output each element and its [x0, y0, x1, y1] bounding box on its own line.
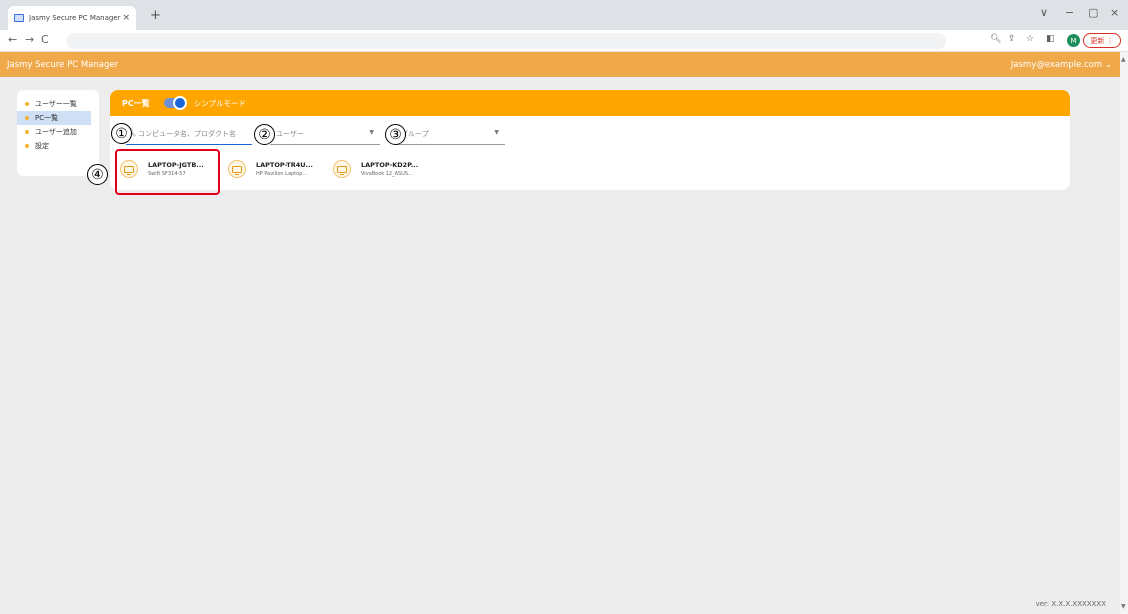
pc-list-panel: PC一覧 シンプルモード 🔍︎ コンピュータ名、プロダクト名 ユーザー ▼ グル…	[110, 90, 1070, 190]
highlight-box	[115, 149, 220, 195]
bullet-icon	[25, 130, 29, 134]
side-panel-icon[interactable]: ◧	[1046, 34, 1055, 44]
app-viewport: Jasmy Secure PC Manager Jasmy@example.co…	[0, 52, 1120, 614]
browser-update-button[interactable]: 更新 ⋮	[1083, 33, 1121, 48]
version-label: ver: X.X.X.XXXXXXX	[1035, 600, 1106, 608]
bookmark-star-icon[interactable]: ☆	[1026, 34, 1034, 44]
sidebar-item-label: 設定	[35, 142, 49, 150]
sidebar: ユーザー一覧 PC一覧 ユーザー追加 設定	[17, 90, 99, 176]
callout-1: ①	[111, 123, 132, 144]
profile-avatar[interactable]: M	[1067, 34, 1080, 47]
callout-3: ③	[385, 124, 406, 145]
back-icon[interactable]: ←	[8, 33, 17, 46]
pc-model: VivoBook 12_ASUS...	[361, 171, 413, 177]
tab-search-icon[interactable]: ∨	[1040, 6, 1048, 19]
group-select[interactable]: グループ ▼	[395, 123, 505, 145]
bullet-icon	[25, 102, 29, 106]
monitor-icon	[228, 160, 246, 178]
sidebar-item-add-user[interactable]: ユーザー追加	[17, 125, 91, 139]
toggle-knob	[172, 96, 187, 110]
zoom-icon[interactable]: 🔍︎	[990, 34, 1001, 44]
sidebar-item-pc-list[interactable]: PC一覧	[17, 111, 91, 125]
bullet-icon	[25, 144, 29, 148]
pc-card[interactable]: LAPTOP-KD2P... VivoBook 12_ASUS...	[333, 154, 433, 184]
new-tab-button[interactable]: +	[150, 8, 161, 23]
reload-icon[interactable]: C	[41, 33, 49, 46]
tab-title: Jasmy Secure PC Manager	[29, 14, 121, 22]
panel-header: PC一覧 シンプルモード	[110, 90, 1070, 116]
simple-mode-toggle[interactable]	[163, 96, 187, 110]
pc-card[interactable]: LAPTOP-TR4U... HP Pavilion Laptop...	[228, 154, 328, 184]
app-header: Jasmy Secure PC Manager Jasmy@example.co…	[0, 52, 1120, 77]
url-input[interactable]	[66, 33, 946, 49]
share-icon[interactable]: ⇪	[1008, 34, 1016, 44]
user-select-placeholder: ユーザー	[276, 130, 304, 138]
pc-name: LAPTOP-KD2P...	[361, 161, 419, 169]
sidebar-item-label: ユーザー追加	[35, 128, 77, 136]
tab-close-icon[interactable]: ×	[122, 13, 130, 23]
pc-name: LAPTOP-TR4U...	[256, 161, 313, 169]
minimize-button[interactable]: −	[1065, 6, 1074, 19]
scroll-up-icon[interactable]: ▲	[1121, 56, 1126, 63]
sidebar-item-label: PC一覧	[35, 114, 59, 122]
restore-button[interactable]: ▢	[1088, 6, 1098, 19]
address-bar: ← → C 🔍︎ ⇪ ☆ ◧	[0, 30, 1128, 52]
chevron-down-icon: ▼	[494, 129, 499, 136]
scroll-down-icon[interactable]: ▼	[1121, 603, 1126, 610]
sidebar-item-settings[interactable]: 設定	[17, 139, 91, 153]
browser-tab[interactable]: Jasmy Secure PC Manager ×	[8, 6, 136, 30]
page-scrollbar[interactable]: ▲ ▼	[1120, 52, 1128, 614]
close-window-button[interactable]: ×	[1110, 6, 1119, 19]
callout-2: ②	[254, 124, 275, 145]
sidebar-item-user-list[interactable]: ユーザー一覧	[17, 97, 91, 111]
pc-model: HP Pavilion Laptop...	[256, 171, 308, 177]
bullet-icon	[25, 116, 29, 120]
panel-title: PC一覧	[122, 98, 150, 108]
simple-mode-label: シンプルモード	[193, 98, 247, 108]
forward-icon[interactable]: →	[25, 33, 34, 46]
callout-4: ④	[87, 164, 108, 185]
monitor-icon	[333, 160, 351, 178]
user-select[interactable]: ユーザー ▼	[270, 123, 380, 145]
app-favicon-icon	[14, 14, 24, 22]
chevron-down-icon: ▼	[369, 129, 374, 136]
search-input[interactable]: 🔍︎ コンピュータ名、プロダクト名	[126, 123, 252, 145]
browser-tab-bar: Jasmy Secure PC Manager × + ∨ − ▢ ×	[0, 0, 1128, 30]
app-title: Jasmy Secure PC Manager	[7, 60, 119, 70]
search-placeholder: コンピュータ名、プロダクト名	[138, 130, 236, 138]
sidebar-item-label: ユーザー一覧	[35, 100, 77, 108]
user-menu[interactable]: Jasmy@example.com ⌄	[1011, 60, 1112, 70]
